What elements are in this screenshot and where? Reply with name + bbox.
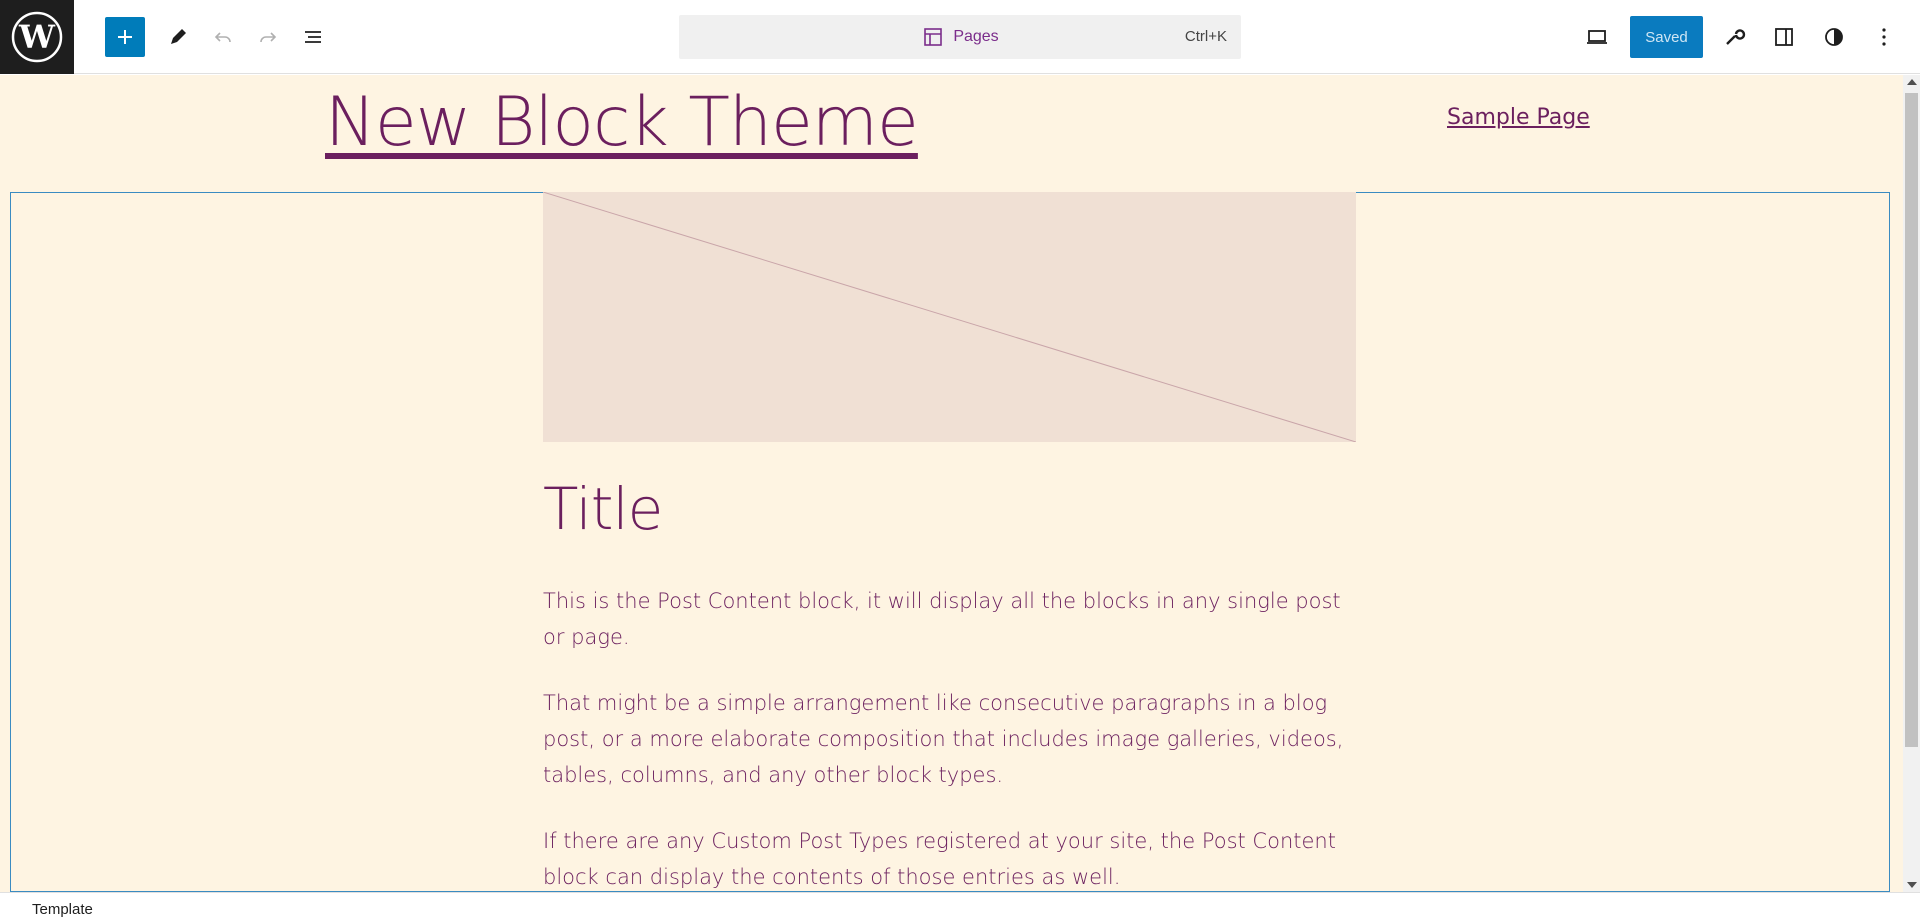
post-content-paragraph[interactable]: That might be a simple arrangement like … (543, 685, 1363, 793)
site-title[interactable]: New Block Theme (325, 83, 919, 162)
editor-footer: Template (0, 892, 1920, 924)
list-view-button[interactable] (293, 17, 333, 57)
vertical-scrollbar[interactable] (1903, 75, 1920, 892)
command-palette-button[interactable]: Pages Ctrl+K (679, 15, 1241, 59)
scroll-down-arrow-icon[interactable] (1907, 882, 1917, 888)
more-options-button[interactable] (1864, 17, 1904, 57)
redo-button[interactable] (248, 17, 288, 57)
featured-image-placeholder[interactable] (543, 192, 1356, 442)
desktop-icon (1587, 30, 1607, 44)
post-title[interactable]: Title (543, 475, 663, 543)
nav-link-sample-page[interactable]: Sample Page (1447, 105, 1590, 130)
post-content-paragraph[interactable]: This is the Post Content block, it will … (543, 583, 1363, 655)
contrast-icon (1825, 28, 1843, 46)
block-breadcrumb[interactable]: Template (32, 901, 93, 918)
add-block-button[interactable] (105, 17, 145, 57)
redo-icon (260, 32, 277, 43)
wrench-icon (1726, 29, 1746, 45)
command-label: Pages (953, 28, 999, 45)
placeholder-diagonal-icon (543, 192, 1356, 442)
plus-icon (118, 30, 132, 44)
scrollbar-thumb[interactable] (1905, 93, 1918, 747)
saved-button[interactable]: Saved (1630, 16, 1703, 58)
styles-button[interactable] (1814, 17, 1854, 57)
svg-text:W: W (18, 18, 56, 56)
tools-button[interactable] (1714, 17, 1754, 57)
settings-sidebar-button[interactable] (1764, 17, 1804, 57)
wordpress-logo-icon[interactable]: W (0, 0, 74, 74)
editor-canvas[interactable]: New Block Theme Sample Page Title This i… (0, 75, 1903, 892)
tools-edit-button[interactable] (158, 17, 198, 57)
keyboard-shortcut: Ctrl+K (1184, 28, 1227, 45)
sidebar-icon (1775, 28, 1793, 46)
pencil-icon (171, 29, 186, 44)
undo-button[interactable] (203, 17, 243, 57)
undo-icon (214, 32, 231, 43)
list-view-icon (305, 31, 321, 43)
more-vertical-icon (1882, 28, 1886, 46)
layout-icon (924, 28, 943, 46)
device-preview-button[interactable] (1577, 17, 1617, 57)
scroll-up-arrow-icon[interactable] (1907, 79, 1917, 85)
post-content-paragraph[interactable]: If there are any Custom Post Types regis… (543, 823, 1363, 892)
editor-header: W Pages Ctrl+K Saved (0, 0, 1920, 74)
